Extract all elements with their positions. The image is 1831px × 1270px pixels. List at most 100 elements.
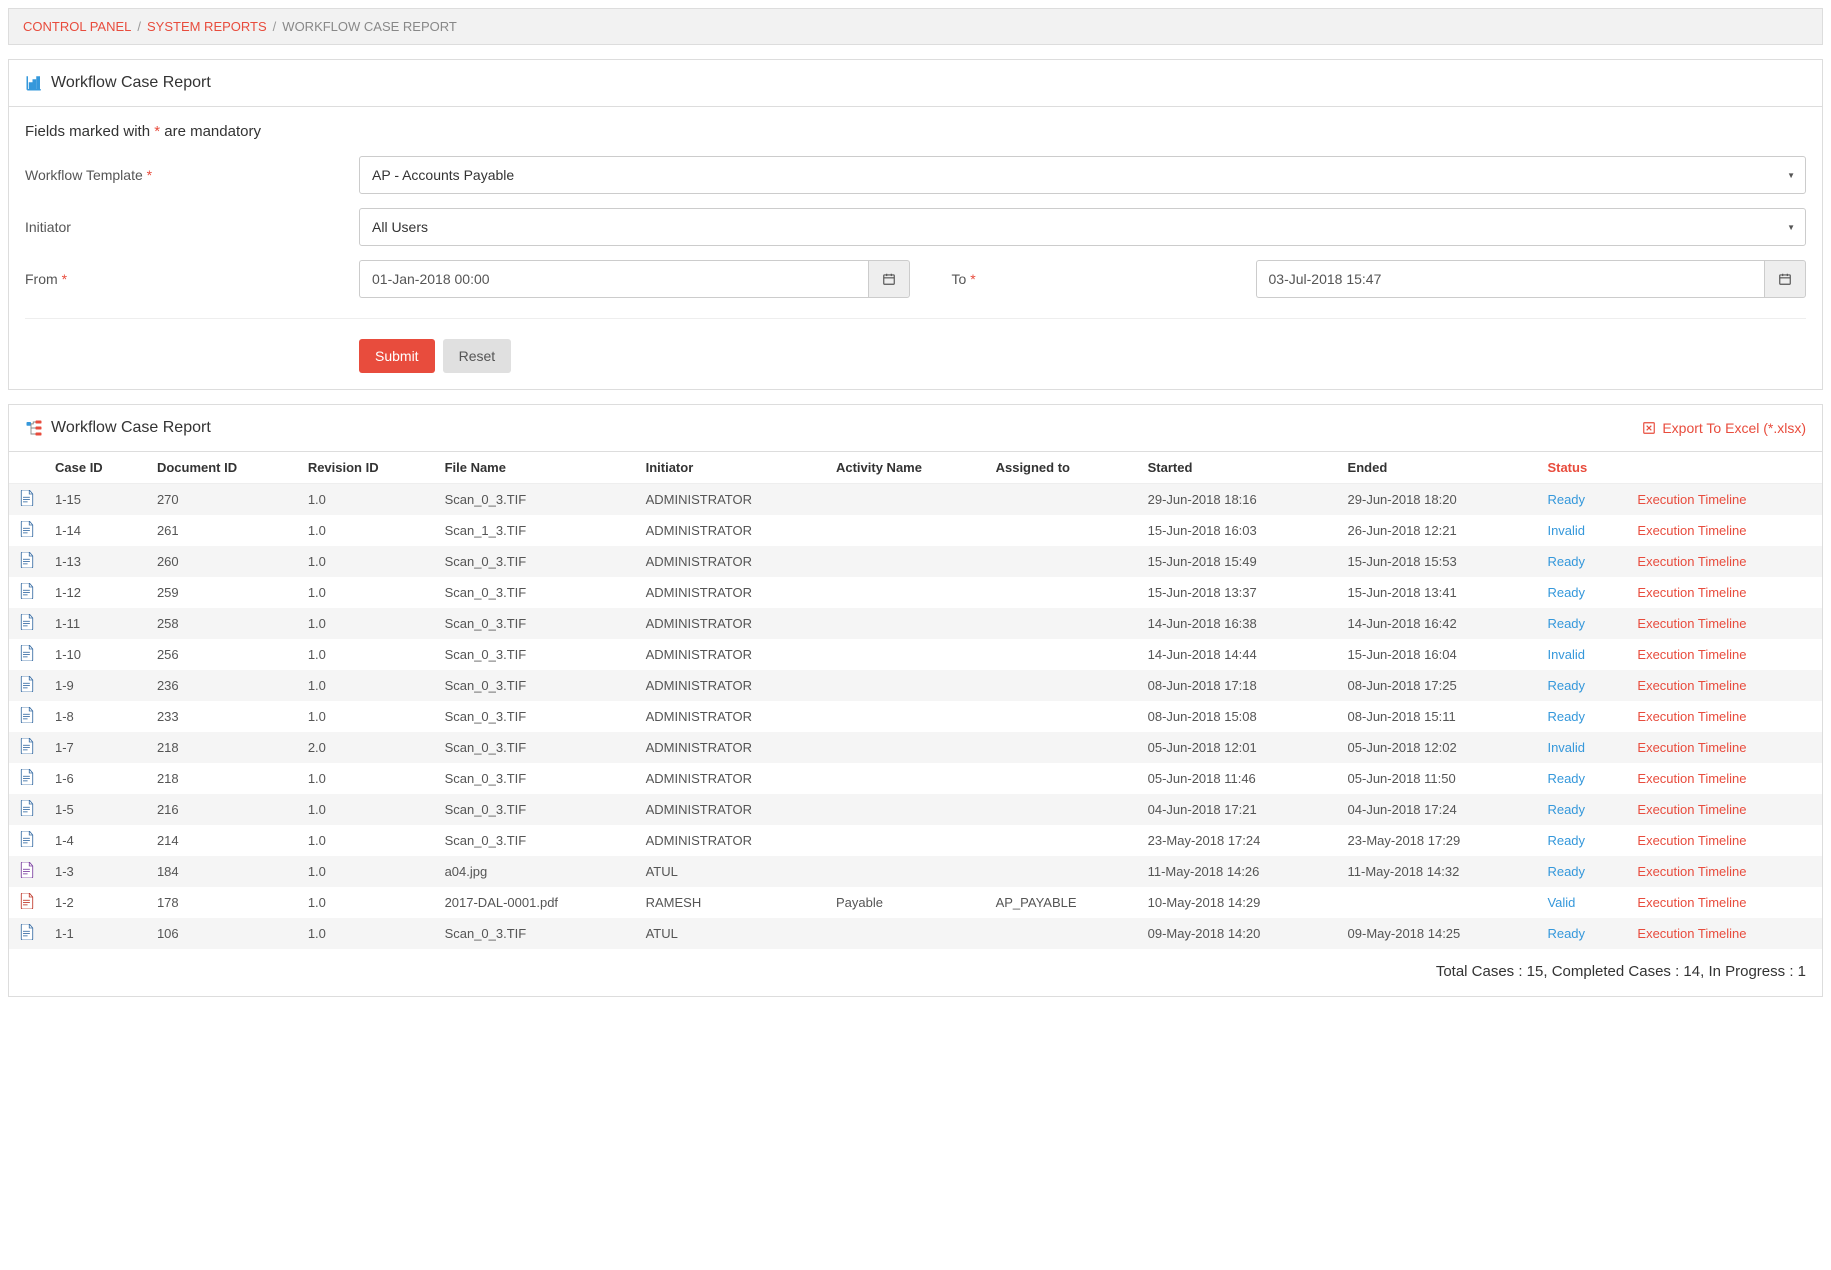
status-link[interactable]: Invalid [1547, 647, 1585, 662]
document-id: 214 [147, 825, 298, 856]
started: 15-Jun-2018 13:37 [1138, 577, 1338, 608]
table-row: 1-62181.0Scan_0_3.TIFADMINISTRATOR05-Jun… [9, 763, 1822, 794]
timeline-cell: Execution Timeline [1627, 763, 1822, 794]
row-icon[interactable] [9, 515, 45, 546]
row-icon[interactable] [9, 918, 45, 949]
ended: 15-Jun-2018 16:04 [1338, 639, 1538, 670]
revision-id: 1.0 [298, 577, 435, 608]
execution-timeline-link[interactable]: Execution Timeline [1637, 678, 1746, 693]
file-doc-icon [19, 924, 35, 940]
status-link[interactable]: Ready [1547, 678, 1585, 693]
status-link[interactable]: Ready [1547, 616, 1585, 631]
status-cell: Ready [1537, 484, 1627, 516]
file-img-icon [19, 862, 35, 878]
row-icon[interactable] [9, 577, 45, 608]
document-id: 178 [147, 887, 298, 918]
document-id: 106 [147, 918, 298, 949]
revision-id: 1.0 [298, 546, 435, 577]
timeline-cell: Execution Timeline [1627, 794, 1822, 825]
row-icon[interactable] [9, 825, 45, 856]
initiator-select[interactable]: All Users [359, 208, 1806, 246]
breadcrumb-item[interactable]: SYSTEM REPORTS [147, 19, 267, 34]
status-link[interactable]: Ready [1547, 926, 1585, 941]
status-link[interactable]: Ready [1547, 833, 1585, 848]
status-link[interactable]: Ready [1547, 864, 1585, 879]
ended: 26-Jun-2018 12:21 [1338, 515, 1538, 546]
row-icon[interactable] [9, 484, 45, 516]
document-id: 259 [147, 577, 298, 608]
row-icon[interactable] [9, 670, 45, 701]
table-row: 1-152701.0Scan_0_3.TIFADMINISTRATOR29-Ju… [9, 484, 1822, 516]
execution-timeline-link[interactable]: Execution Timeline [1637, 864, 1746, 879]
calendar-icon [882, 272, 896, 286]
document-id: 236 [147, 670, 298, 701]
file-doc-icon [19, 521, 35, 537]
execution-timeline-link[interactable]: Execution Timeline [1637, 802, 1746, 817]
execution-timeline-link[interactable]: Execution Timeline [1637, 585, 1746, 600]
execution-timeline-link[interactable]: Execution Timeline [1637, 523, 1746, 538]
summary-text: Total Cases : 15, Completed Cases : 14, … [9, 949, 1822, 996]
from-date-input[interactable] [359, 260, 868, 298]
status-link[interactable]: Invalid [1547, 523, 1585, 538]
reset-button[interactable]: Reset [443, 339, 512, 373]
results-panel-header: Workflow Case Report Export To Excel (*.… [9, 405, 1822, 452]
to-date-input[interactable] [1256, 260, 1765, 298]
table-row: 1-82331.0Scan_0_3.TIFADMINISTRATOR08-Jun… [9, 701, 1822, 732]
execution-timeline-link[interactable]: Execution Timeline [1637, 709, 1746, 724]
activity-name [826, 484, 986, 516]
status-link[interactable]: Ready [1547, 585, 1585, 600]
status-cell: Ready [1537, 918, 1627, 949]
assigned-to [986, 670, 1138, 701]
row-icon[interactable] [9, 546, 45, 577]
case-id: 1-4 [45, 825, 147, 856]
activity-name [826, 577, 986, 608]
column-header: Ended [1338, 452, 1538, 484]
column-header: Status [1537, 452, 1627, 484]
from-date-picker-button[interactable] [868, 260, 910, 298]
status-link[interactable]: Ready [1547, 802, 1585, 817]
table-row: 1-42141.0Scan_0_3.TIFADMINISTRATOR23-May… [9, 825, 1822, 856]
case-id: 1-5 [45, 794, 147, 825]
template-select[interactable]: AP - Accounts Payable [359, 156, 1806, 194]
status-link[interactable]: Invalid [1547, 740, 1585, 755]
ended: 11-May-2018 14:32 [1338, 856, 1538, 887]
execution-timeline-link[interactable]: Execution Timeline [1637, 554, 1746, 569]
row-icon[interactable] [9, 608, 45, 639]
row-icon[interactable] [9, 794, 45, 825]
timeline-cell: Execution Timeline [1627, 608, 1822, 639]
breadcrumb-item[interactable]: CONTROL PANEL [23, 19, 131, 34]
status-link[interactable]: Ready [1547, 709, 1585, 724]
row-icon[interactable] [9, 763, 45, 794]
ended: 14-Jun-2018 16:42 [1338, 608, 1538, 639]
status-link[interactable]: Ready [1547, 492, 1585, 507]
export-excel-link[interactable]: Export To Excel (*.xlsx) [1642, 420, 1806, 436]
row-icon[interactable] [9, 856, 45, 887]
execution-timeline-link[interactable]: Execution Timeline [1637, 492, 1746, 507]
execution-timeline-link[interactable]: Execution Timeline [1637, 647, 1746, 662]
row-icon[interactable] [9, 701, 45, 732]
to-label: To * [922, 271, 1244, 287]
status-link[interactable]: Ready [1547, 771, 1585, 786]
status-link[interactable]: Valid [1547, 895, 1575, 910]
status-link[interactable]: Ready [1547, 554, 1585, 569]
execution-timeline-link[interactable]: Execution Timeline [1637, 771, 1746, 786]
execution-timeline-link[interactable]: Execution Timeline [1637, 833, 1746, 848]
assigned-to [986, 484, 1138, 516]
execution-timeline-link[interactable]: Execution Timeline [1637, 616, 1746, 631]
table-row: 1-132601.0Scan_0_3.TIFADMINISTRATOR15-Ju… [9, 546, 1822, 577]
status-cell: Ready [1537, 608, 1627, 639]
initiator: RAMESH [636, 887, 826, 918]
execution-timeline-link[interactable]: Execution Timeline [1637, 926, 1746, 941]
case-id: 1-12 [45, 577, 147, 608]
row-icon[interactable] [9, 639, 45, 670]
execution-timeline-link[interactable]: Execution Timeline [1637, 895, 1746, 910]
execution-timeline-link[interactable]: Execution Timeline [1637, 740, 1746, 755]
to-date-picker-button[interactable] [1764, 260, 1806, 298]
activity-name [826, 763, 986, 794]
activity-name [826, 515, 986, 546]
status-cell: Ready [1537, 763, 1627, 794]
row-icon[interactable] [9, 732, 45, 763]
started: 15-Jun-2018 15:49 [1138, 546, 1338, 577]
row-icon[interactable] [9, 887, 45, 918]
submit-button[interactable]: Submit [359, 339, 435, 373]
